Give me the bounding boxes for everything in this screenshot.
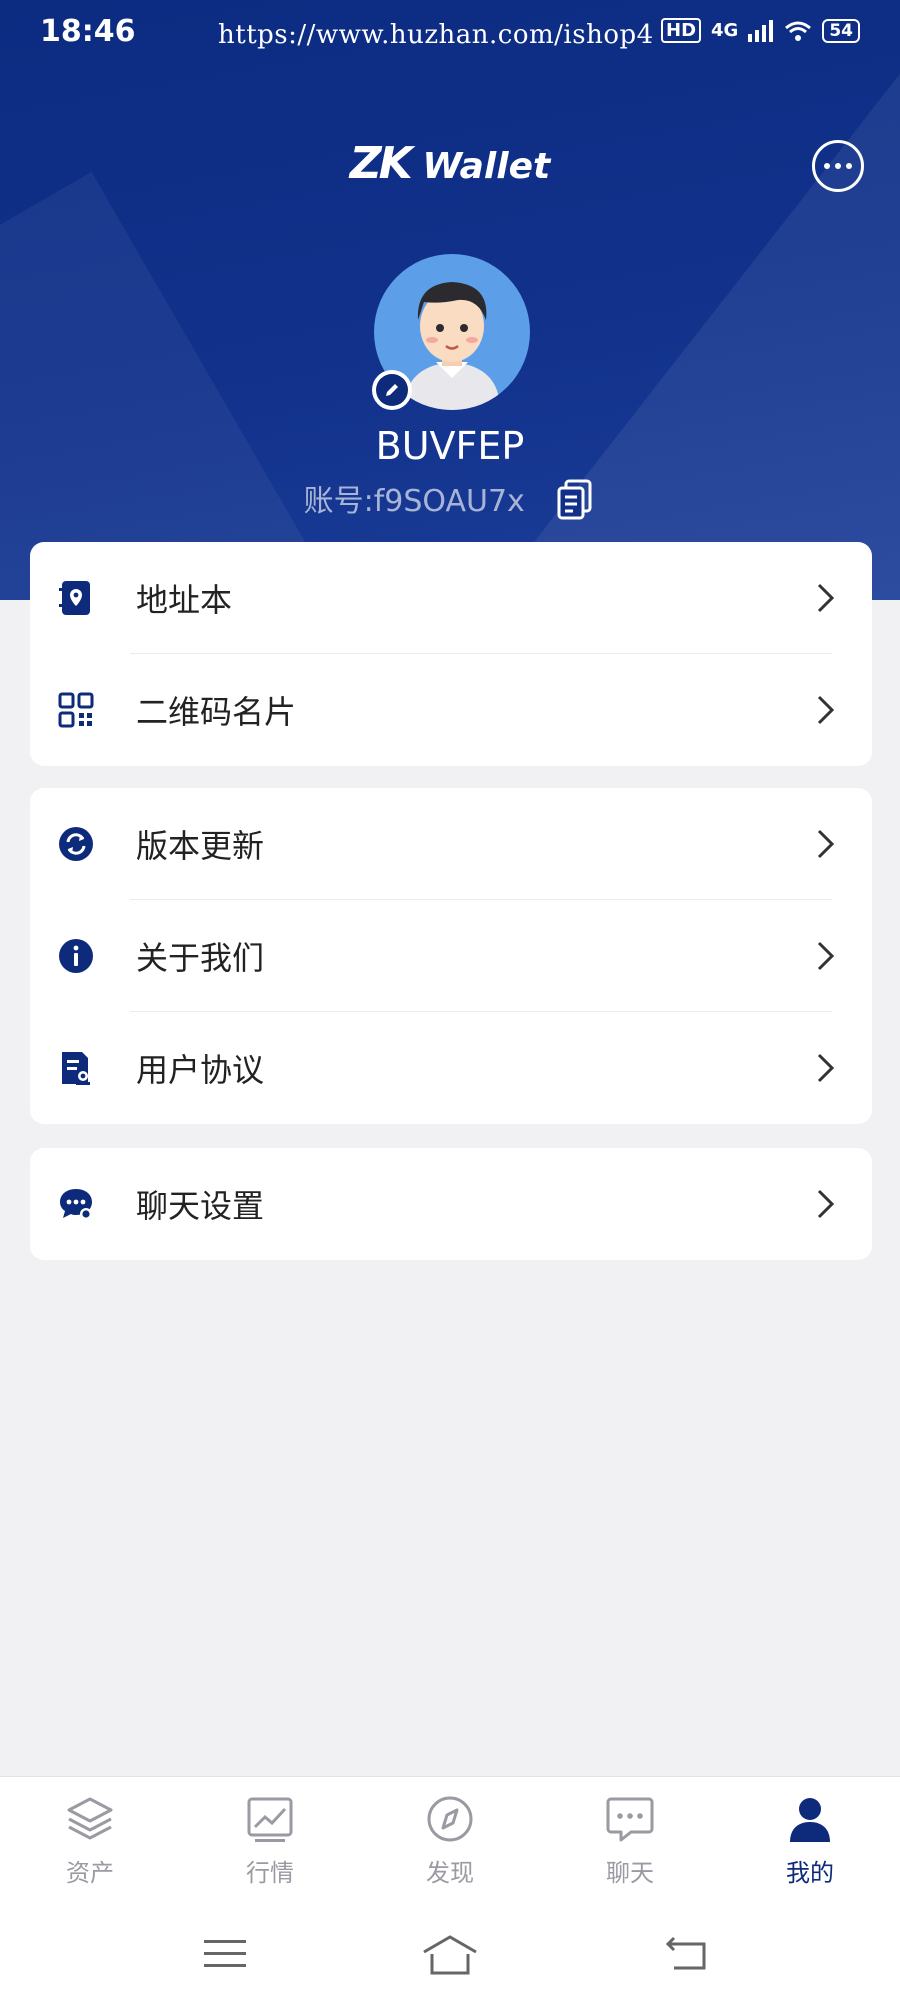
user-icon: [790, 1798, 830, 1842]
menu-card-wallet: 地址本 二维码名片: [30, 542, 872, 766]
menu-item-version-update[interactable]: 版本更新: [30, 788, 872, 900]
menu-item-label: 地址本: [136, 581, 233, 619]
status-url: https://www.huzhan.com/ishop4: [218, 20, 654, 50]
chat-icon: [606, 1797, 654, 1842]
chat-more-button[interactable]: [812, 140, 864, 192]
tab-assets[interactable]: 资产: [30, 1795, 150, 1888]
network-label: 4G: [711, 20, 739, 41]
app-logo: ZK Wallet: [0, 138, 900, 189]
chevron-right-icon: [817, 1053, 835, 1083]
chevron-right-icon: [817, 829, 835, 859]
status-bar: 18:46 https://www.huzhan.com/ishop4 HD 4…: [0, 0, 900, 70]
nickname: BUVFEP: [375, 424, 525, 468]
tab-discover[interactable]: 发现: [390, 1795, 510, 1888]
menu-item-qr-card[interactable]: 二维码名片: [30, 654, 872, 766]
chevron-right-icon: [817, 583, 835, 613]
tab-chat[interactable]: 聊天: [570, 1795, 690, 1888]
status-icons: HD 4G 54: [661, 18, 860, 43]
agreement-icon: [62, 1052, 90, 1085]
menu-item-label: 关于我们: [136, 939, 265, 977]
hd-badge: HD: [661, 18, 702, 43]
info-icon: [59, 939, 93, 973]
dot-icon: [824, 163, 830, 169]
menu-item-about-us[interactable]: 关于我们: [30, 900, 872, 1012]
menu-item-chat-settings[interactable]: 聊天设置: [30, 1148, 872, 1260]
home-icon[interactable]: [420, 1934, 480, 1976]
tab-label: 发现: [426, 1859, 474, 1887]
chart-icon: [247, 1797, 293, 1842]
brand-name: Wallet: [422, 146, 551, 187]
copy-button[interactable]: [554, 478, 596, 528]
chevron-right-icon: [817, 1189, 835, 1219]
chevron-right-icon: [817, 941, 835, 971]
menu-item-label: 聊天设置: [136, 1187, 265, 1225]
menu-icon[interactable]: [202, 1934, 248, 1974]
tab-mine[interactable]: 我的: [750, 1795, 870, 1888]
status-time: 18:46: [40, 14, 136, 49]
tab-label: 我的: [786, 1859, 834, 1887]
chat-settings-icon: [60, 1189, 92, 1220]
tab-label: 聊天: [606, 1859, 654, 1887]
chevron-right-icon: [817, 695, 835, 725]
address-book-icon: [59, 581, 90, 615]
bottom-tab-bar: 资产 行情 发现 聊天 我的: [0, 1776, 900, 1907]
tab-label: 资产: [66, 1859, 114, 1887]
account-id: 账号:f9SOAU7x: [303, 484, 525, 519]
menu-item-address-book[interactable]: 地址本: [30, 542, 872, 654]
signal-icon: [748, 19, 774, 42]
menu-item-label: 用户协议: [136, 1051, 265, 1089]
menu-item-label: 二维码名片: [136, 693, 297, 731]
dot-icon: [846, 163, 852, 169]
pencil-icon: [386, 384, 398, 396]
brand-mark: ZK: [349, 138, 413, 189]
dot-icon: [835, 163, 841, 169]
menu-item-user-agreement[interactable]: 用户协议: [30, 1012, 872, 1124]
qr-code-icon: [58, 692, 94, 728]
back-icon[interactable]: [664, 1934, 710, 1974]
menu-item-label: 版本更新: [136, 827, 265, 865]
compass-icon: [427, 1796, 473, 1842]
edit-avatar-button[interactable]: [372, 370, 412, 410]
battery-indicator: 54: [822, 18, 860, 43]
system-nav-bar: [0, 1906, 900, 2007]
menu-card-chat: 聊天设置: [30, 1148, 872, 1260]
tab-market[interactable]: 行情: [210, 1795, 330, 1888]
wifi-icon: [785, 21, 812, 41]
copy-icon: [557, 479, 592, 519]
refresh-icon: [59, 827, 93, 861]
layers-icon: [67, 1797, 113, 1840]
menu-card-about: 版本更新 关于我们 用户协议: [30, 788, 872, 1124]
tab-label: 行情: [246, 1859, 294, 1887]
account-id-row: 账号:f9SOAU7x: [0, 476, 900, 528]
